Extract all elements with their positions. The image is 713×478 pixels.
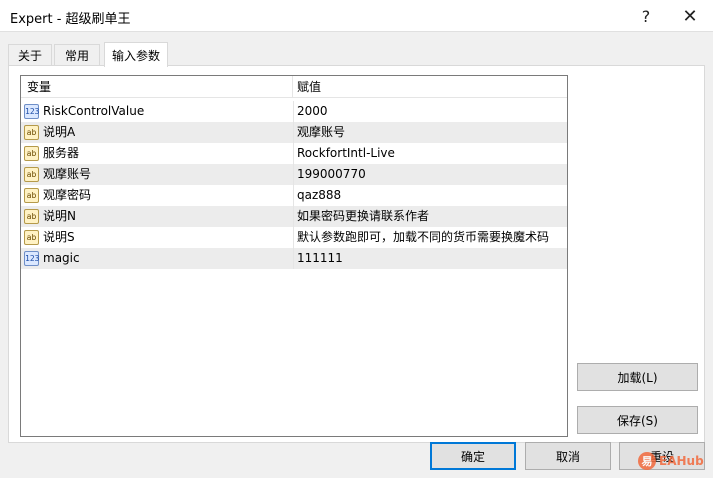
grid-header: 变量 赋值 xyxy=(21,76,567,98)
string-type-icon: ab xyxy=(24,146,39,161)
parameter-name: magic xyxy=(43,251,80,265)
table-row[interactable]: ab 说明A 观摩账号 xyxy=(21,122,567,143)
table-row[interactable]: ab 说明S 默认参数跑即可，加载不同的货币需要换魔术码 xyxy=(21,227,567,248)
window-title: Expert - 超级刷单王 xyxy=(10,12,131,27)
watermark: 易 EAHub xyxy=(638,448,708,474)
parameter-name: 说明A xyxy=(43,125,76,139)
table-row[interactable]: ab 服务器 RockfortIntl-Live xyxy=(21,143,567,164)
column-divider xyxy=(293,143,294,164)
string-type-icon: ab xyxy=(24,209,39,224)
parameter-value[interactable]: 111111 xyxy=(297,248,567,269)
string-type-icon: ab xyxy=(24,125,39,140)
column-divider xyxy=(293,164,294,185)
save-button[interactable]: 保存(S) xyxy=(577,406,698,434)
parameter-name: 说明S xyxy=(43,230,75,244)
table-row[interactable]: ab 观摩账号 199000770 xyxy=(21,164,567,185)
number-type-icon: 123 xyxy=(24,251,39,266)
load-button[interactable]: 加载(L) xyxy=(577,363,698,391)
column-divider xyxy=(293,101,294,122)
column-header-variable[interactable]: 变量 xyxy=(21,76,293,98)
string-type-icon: ab xyxy=(24,167,39,182)
column-divider xyxy=(293,206,294,227)
parameter-value[interactable]: qaz888 xyxy=(297,185,567,206)
column-divider xyxy=(293,122,294,143)
tab-about[interactable]: 关于 xyxy=(8,44,52,66)
column-divider xyxy=(293,227,294,248)
parameter-value[interactable]: 观摩账号 xyxy=(297,122,567,143)
parameter-value[interactable]: 默认参数跑即可，加载不同的货币需要换魔术码 xyxy=(297,227,567,248)
parameter-value[interactable]: RockfortIntl-Live xyxy=(297,143,567,164)
parameter-name: 观摩账号 xyxy=(43,167,92,181)
column-divider xyxy=(293,185,294,206)
parameter-value[interactable]: 199000770 xyxy=(297,164,567,185)
string-type-icon: ab xyxy=(24,188,39,203)
parameter-value[interactable]: 如果密码更换请联系作者 xyxy=(297,206,567,227)
tab-common[interactable]: 常用 xyxy=(54,44,100,66)
column-divider xyxy=(293,248,294,269)
parameter-name: RiskControlValue xyxy=(43,104,145,118)
ok-button[interactable]: 确定 xyxy=(430,442,516,470)
title-bar: Expert - 超级刷单王 ? ✕ xyxy=(0,0,713,32)
cancel-button[interactable]: 取消 xyxy=(525,442,611,470)
table-row[interactable]: 123 RiskControlValue 2000 xyxy=(21,101,567,122)
parameter-name: 服务器 xyxy=(43,146,80,160)
parameter-name: 说明N xyxy=(43,209,76,223)
tab-inputs[interactable]: 输入参数 xyxy=(104,42,168,67)
parameter-value[interactable]: 2000 xyxy=(297,101,567,122)
watermark-logo-icon: 易 xyxy=(638,452,656,470)
column-header-value[interactable]: 赋值 xyxy=(293,76,567,98)
close-icon[interactable]: ✕ xyxy=(668,0,712,32)
help-icon[interactable]: ? xyxy=(624,0,668,32)
table-row[interactable]: ab 说明N 如果密码更换请联系作者 xyxy=(21,206,567,227)
parameter-name: 观摩密码 xyxy=(43,188,92,202)
table-row[interactable]: 123 magic 111111 xyxy=(21,248,567,269)
number-type-icon: 123 xyxy=(24,104,39,119)
watermark-text: EAHub xyxy=(659,454,704,468)
parameters-grid[interactable]: 变量 赋值 123 RiskControlValue 2000 ab 说明A 观… xyxy=(20,75,568,437)
string-type-icon: ab xyxy=(24,230,39,245)
table-row[interactable]: ab 观摩密码 qaz888 xyxy=(21,185,567,206)
